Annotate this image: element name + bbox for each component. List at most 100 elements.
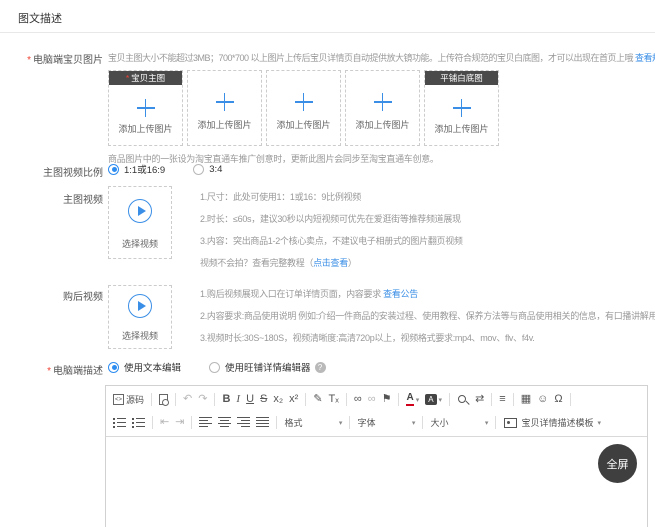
play-icon xyxy=(128,199,152,223)
select-main-video-box[interactable]: 选择视频 xyxy=(108,186,172,259)
align-left-icon xyxy=(199,417,212,428)
upload-white-bg-image-box[interactable]: 平铺白底图 添加上传图片 xyxy=(424,70,499,146)
emoji-button[interactable]: ☺ xyxy=(537,394,548,405)
source-code-icon: <> xyxy=(113,394,124,405)
toolbar-row-1: <> 源码 ↶ ↷ B I U S x₂ x² ✎ Tₓ ∞ xyxy=(110,388,643,411)
separator xyxy=(491,393,492,406)
post-video-label: 购后视频 xyxy=(0,288,103,303)
remove-format-button[interactable]: Tₓ xyxy=(329,394,339,405)
help-icon[interactable]: ? xyxy=(315,362,326,373)
divider xyxy=(0,32,655,33)
description-template-button[interactable]: 宝贝详情描述模板▾ xyxy=(504,416,601,429)
find-button[interactable] xyxy=(457,394,469,406)
search-icon xyxy=(457,394,469,406)
background-color-icon: A xyxy=(425,394,436,405)
view-spec-link[interactable]: 查看规范 xyxy=(635,53,655,63)
tip-line: 2.内容要求:商品使用说明 例如:介绍一件商品的安装过程、使用教程、保养方法等与… xyxy=(200,305,655,327)
underline-button[interactable]: U xyxy=(246,394,254,405)
text-editor-radio[interactable] xyxy=(108,362,119,373)
product-images-label: *电脑端宝贝图片 xyxy=(0,51,103,66)
main-video-tips: 1.尺寸：此处可使用1：1或16：9比例视频 2.时长：≤60s，建议30秒以内… xyxy=(200,186,463,274)
description-editor-content[interactable]: 全屏 xyxy=(106,437,647,527)
required-mark: * xyxy=(27,55,31,66)
anchor-button[interactable]: ⚑ xyxy=(382,394,392,405)
post-video-tips: 1.购后视频展现入口在订单详情页面，内容要求 查看公告 2.内容要求:商品使用说… xyxy=(200,283,655,349)
pc-description-label: *电脑端描述 xyxy=(0,362,103,377)
align-right-icon xyxy=(237,417,250,428)
text-color-icon: A xyxy=(406,393,413,406)
ratio-radio-1-1-or-16-9[interactable] xyxy=(108,164,119,175)
separator xyxy=(349,416,350,429)
upload-image-box-3[interactable]: 添加上传图片 xyxy=(266,70,341,146)
italic-button[interactable]: I xyxy=(236,394,240,405)
separator xyxy=(513,393,514,406)
announcement-link[interactable]: 查看公告 xyxy=(383,289,418,299)
upload-image-box-4[interactable]: 添加上传图片 xyxy=(345,70,420,146)
preview-icon xyxy=(159,394,168,405)
separator xyxy=(175,393,176,406)
format-painter-button[interactable]: ✎ xyxy=(313,394,322,405)
add-image-icon xyxy=(453,99,471,117)
separator xyxy=(214,393,215,406)
separator xyxy=(449,393,450,406)
main-video-label: 主图视频 xyxy=(0,191,103,206)
separator xyxy=(346,393,347,406)
section-title: 图文描述 xyxy=(18,10,62,26)
add-image-icon xyxy=(295,93,313,111)
tip-line: 3.内容：突出商品1-2个核心卖点，不建议电子相册式的图片翻页视频 xyxy=(200,230,463,252)
tip-line: 3.视频时长:30S~180S，视频清晰度:高清720p以上，视频格式要求:mp… xyxy=(200,327,655,349)
tutorial-link[interactable]: 点击查看 xyxy=(313,258,348,268)
bullet-list-button[interactable] xyxy=(132,417,145,428)
table-button[interactable]: ▦ xyxy=(521,394,531,405)
ratio-radio-3-4[interactable] xyxy=(193,164,204,175)
superscript-button[interactable]: x² xyxy=(289,394,298,405)
ordered-list-button[interactable] xyxy=(113,417,126,428)
text-color-button[interactable]: A ▾ xyxy=(406,393,419,406)
bullet-list-icon xyxy=(132,417,145,428)
separator xyxy=(305,393,306,406)
align-justify-icon xyxy=(256,417,269,428)
tip-line: 2.时长：≤60s，建议30秒以内短视频可优先在爱逛街等推荐频道展现 xyxy=(200,208,463,230)
special-char-button[interactable]: Ω xyxy=(554,394,562,405)
tip-line: 1.购后视频展现入口在订单详情页面，内容要求 查看公告 xyxy=(200,283,655,305)
upload-main-image-box[interactable]: *宝贝主图 添加上传图片 xyxy=(108,70,183,146)
product-publish-page: 图文描述 *电脑端宝贝图片 宝贝主图大小不能超过3MB；700*700 以上图片… xyxy=(0,0,655,527)
font-dropdown[interactable]: 字体▾ xyxy=(357,416,415,429)
align-center-button[interactable] xyxy=(218,417,231,428)
source-code-button[interactable]: <> 源码 xyxy=(113,393,144,406)
outdent-button[interactable]: ⇤ xyxy=(160,417,169,428)
product-images-description: 宝贝主图大小不能超过3MB；700*700 以上图片上传后宝贝详情页自动提供放大… xyxy=(108,51,655,64)
align-center-icon xyxy=(218,417,231,428)
play-icon xyxy=(128,294,152,318)
format-dropdown[interactable]: 格式▾ xyxy=(284,416,342,429)
background-color-button[interactable]: A ▾ xyxy=(425,394,442,405)
separator xyxy=(570,393,571,406)
strikethrough-button[interactable]: S xyxy=(260,394,267,405)
undo-button[interactable]: ↶ xyxy=(183,394,192,405)
white-bg-image-tag: 平铺白底图 xyxy=(425,71,498,85)
redo-button[interactable]: ↷ xyxy=(198,394,207,405)
upload-image-box-2[interactable]: 添加上传图片 xyxy=(187,70,262,146)
separator xyxy=(191,416,192,429)
subscript-button[interactable]: x₂ xyxy=(273,394,283,405)
align-left-button[interactable] xyxy=(199,417,212,428)
wangpu-editor-radio[interactable] xyxy=(209,362,220,373)
bold-button[interactable]: B xyxy=(222,394,230,405)
replace-button[interactable]: ⇄ xyxy=(475,394,484,405)
preview-button[interactable] xyxy=(159,394,168,405)
separator xyxy=(151,393,152,406)
fullscreen-button[interactable]: 全屏 xyxy=(598,444,637,483)
align-right-button[interactable] xyxy=(237,417,250,428)
indent-button[interactable]: ⇥ xyxy=(175,417,184,428)
editor-toolbar: <> 源码 ↶ ↷ B I U S x₂ x² ✎ Tₓ ∞ xyxy=(106,386,647,437)
line-height-button[interactable]: ≡ xyxy=(499,394,505,405)
link-button[interactable]: ∞ xyxy=(354,394,362,405)
select-post-video-box[interactable]: 选择视频 xyxy=(108,285,172,349)
unlink-button[interactable]: ∞ xyxy=(368,394,376,405)
separator xyxy=(152,416,153,429)
align-justify-button[interactable] xyxy=(256,417,269,428)
description-editor: <> 源码 ↶ ↷ B I U S x₂ x² ✎ Tₓ ∞ xyxy=(105,385,648,527)
main-image-tag: *宝贝主图 xyxy=(109,71,182,85)
size-dropdown[interactable]: 大小▾ xyxy=(430,416,488,429)
required-mark: * xyxy=(47,366,51,377)
